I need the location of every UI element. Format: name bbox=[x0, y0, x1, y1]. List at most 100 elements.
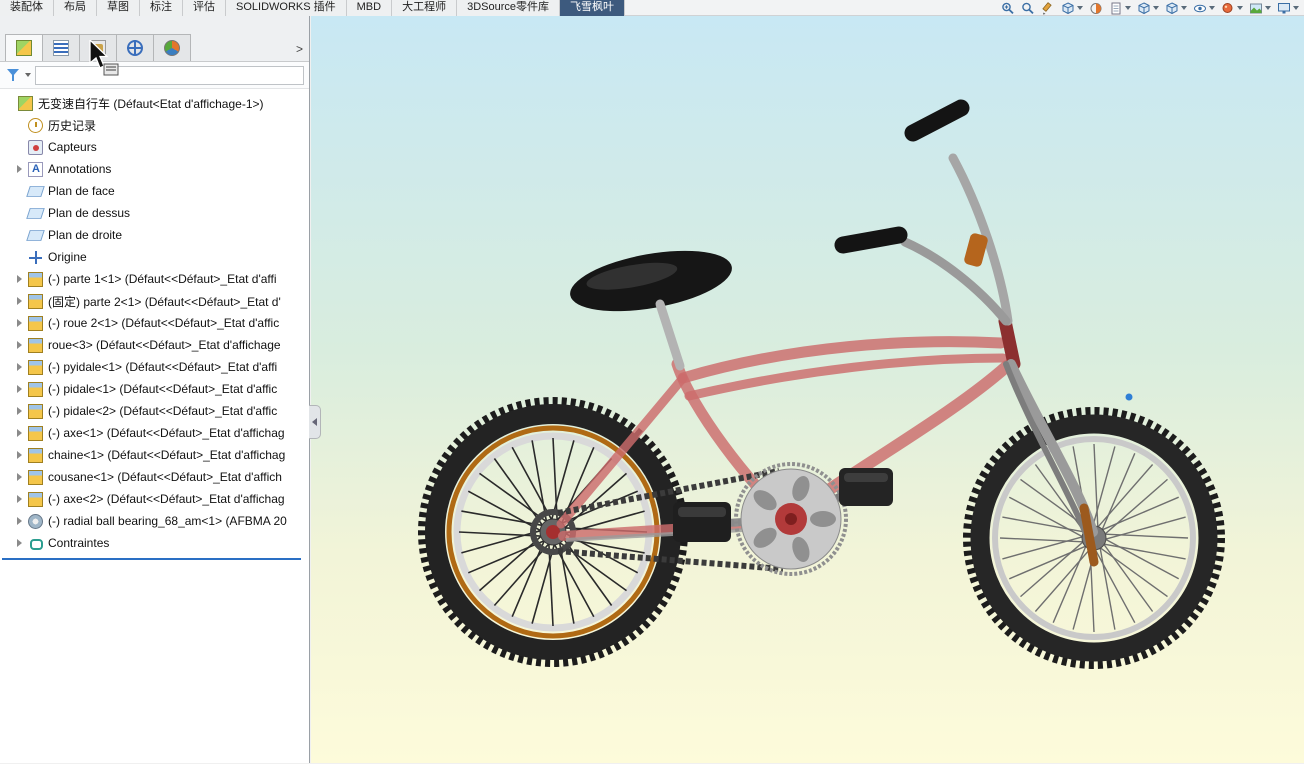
expand-arrow-icon[interactable] bbox=[12, 473, 26, 481]
dropdown-arrow-icon[interactable] bbox=[1293, 6, 1299, 10]
featuremanager-tab[interactable] bbox=[5, 34, 43, 61]
tree-item-19[interactable]: (-) axe<2> (Défaut<<Défaut>_Etat d'affic… bbox=[0, 488, 309, 510]
view-settings-icon[interactable] bbox=[1276, 1, 1300, 15]
tree-item-20[interactable]: (-) radial ball bearing_68_am<1> (AFBMA … bbox=[0, 510, 309, 532]
grip-left bbox=[843, 235, 899, 245]
expand-arrow-icon[interactable] bbox=[12, 539, 26, 547]
expand-arrow-icon[interactable] bbox=[12, 407, 26, 415]
filter-dropdown-icon[interactable] bbox=[25, 73, 31, 77]
quick-access-toolbar bbox=[1000, 1, 1300, 15]
dropdown-arrow-icon[interactable] bbox=[1181, 6, 1187, 10]
filter-funnel-icon[interactable] bbox=[5, 66, 23, 84]
ribbon-tab-7[interactable]: MBD bbox=[347, 0, 392, 16]
seat[interactable] bbox=[566, 240, 737, 322]
expand-arrow-icon[interactable] bbox=[12, 429, 26, 437]
expand-arrow-icon[interactable] bbox=[12, 165, 26, 173]
dropdown-arrow-icon[interactable] bbox=[1125, 6, 1131, 10]
selection-dot[interactable] bbox=[1126, 394, 1133, 401]
tree-item-4[interactable]: Annotations bbox=[0, 158, 309, 180]
bicycle-model[interactable] bbox=[311, 16, 1304, 764]
ribbon-tab-4[interactable]: 标注 bbox=[140, 0, 183, 16]
tree-item-label: Plan de dessus bbox=[48, 206, 130, 220]
tree-item-6[interactable]: Plan de dessus bbox=[0, 202, 309, 224]
expand-arrow-icon[interactable] bbox=[12, 297, 26, 305]
tree-end-bar[interactable] bbox=[2, 558, 301, 560]
edit-component-icon[interactable] bbox=[1040, 1, 1056, 15]
feature-tree: 无变速自行车 (Défaut<Etat d'affichage-1>) 历史记录… bbox=[0, 89, 309, 554]
dropdown-arrow-icon[interactable] bbox=[1237, 6, 1243, 10]
edit-appearance-icon[interactable] bbox=[1220, 1, 1244, 15]
tree-item-3[interactable]: Capteurs bbox=[0, 136, 309, 158]
configurationmanager-tab[interactable] bbox=[79, 34, 117, 61]
expand-arrow-icon[interactable] bbox=[12, 495, 26, 503]
dimxpertmanager-tab[interactable] bbox=[116, 34, 154, 61]
tree-item-icon bbox=[28, 492, 43, 507]
tree-item-15[interactable]: (-) pidale<2> (Défaut<<Défaut>_Etat d'af… bbox=[0, 400, 309, 422]
displaymanager-tab[interactable] bbox=[153, 34, 191, 61]
tree-item-7[interactable]: Plan de droite bbox=[0, 224, 309, 246]
panel-collapse-handle[interactable] bbox=[309, 405, 321, 439]
ribbon-tab-10[interactable]: 飞雪枫叶 bbox=[560, 0, 625, 16]
display-style-icon[interactable] bbox=[1164, 1, 1188, 15]
ribbon-tab-2[interactable]: 布局 bbox=[54, 0, 97, 16]
tree-item-11[interactable]: (-) roue 2<1> (Défaut<<Défaut>_Etat d'af… bbox=[0, 312, 309, 334]
dropdown-arrow-icon[interactable] bbox=[1077, 6, 1083, 10]
apply-scene-icon[interactable] bbox=[1248, 1, 1272, 15]
zoom-to-fit-icon[interactable] bbox=[1000, 1, 1016, 15]
tree-item-5[interactable]: Plan de face bbox=[0, 180, 309, 202]
ribbon-tab-3[interactable]: 草图 bbox=[97, 0, 140, 16]
tree-item-9[interactable]: (-) parte 1<1> (Défaut<<Défaut>_Etat d'a… bbox=[0, 268, 309, 290]
tree-item-8[interactable]: Origine bbox=[0, 246, 309, 268]
tree-item-17[interactable]: chaine<1> (Défaut<<Défaut>_Etat d'affich… bbox=[0, 444, 309, 466]
ribbon-tab-8[interactable]: 大工程师 bbox=[392, 0, 457, 16]
hide-show-items-icon[interactable] bbox=[1192, 1, 1216, 15]
ribbon-tab-6[interactable]: SOLIDWORKS 插件 bbox=[226, 0, 347, 16]
expand-arrow-icon[interactable] bbox=[12, 363, 26, 371]
ribbon-tab-5[interactable]: 评估 bbox=[183, 0, 226, 16]
tree-item-10[interactable]: (固定) parte 2<1> (Défaut<<Défaut>_Etat d' bbox=[0, 290, 309, 312]
dropdown-arrow-icon[interactable] bbox=[1209, 6, 1215, 10]
tree-item-icon bbox=[28, 514, 43, 529]
handlebar[interactable] bbox=[843, 108, 1008, 321]
expand-arrow-icon[interactable] bbox=[12, 275, 26, 283]
config-icon bbox=[127, 40, 143, 56]
tree-item-1[interactable]: 无变速自行车 (Défaut<Etat d'affichage-1>) bbox=[0, 92, 309, 114]
tree-item-icon bbox=[28, 470, 43, 485]
tree-item-icon bbox=[26, 186, 45, 197]
tree-item-icon bbox=[28, 382, 43, 397]
filter-input[interactable] bbox=[35, 66, 304, 85]
expand-arrow-icon[interactable] bbox=[12, 517, 26, 525]
tree-item-21[interactable]: Contraintes bbox=[0, 532, 309, 554]
pedal-left[interactable] bbox=[673, 502, 731, 542]
seat-post[interactable] bbox=[660, 304, 680, 366]
tree-item-16[interactable]: (-) axe<1> (Défaut<<Défaut>_Etat d'affic… bbox=[0, 422, 309, 444]
tree-item-icon bbox=[18, 96, 33, 111]
ribbon-tab-9[interactable]: 3DSource零件库 bbox=[457, 0, 560, 16]
tree-item-12[interactable]: roue<3> (Défaut<<Défaut>_Etat d'affichag… bbox=[0, 334, 309, 356]
expand-arrow-icon[interactable] bbox=[12, 451, 26, 459]
tree-item-14[interactable]: (-) pidale<1> (Défaut<<Défaut>_Etat d'af… bbox=[0, 378, 309, 400]
pedal-right[interactable] bbox=[839, 468, 893, 506]
view-orientation-icon[interactable] bbox=[1136, 1, 1160, 15]
tree-item-2[interactable]: 历史记录 bbox=[0, 114, 309, 136]
ribbon-tab-1[interactable]: 装配体 bbox=[0, 0, 54, 16]
expand-arrow-icon[interactable] bbox=[12, 319, 26, 327]
tree-icon bbox=[53, 40, 69, 56]
tree-item-label: Plan de droite bbox=[48, 228, 122, 242]
section-view-icon[interactable] bbox=[1088, 1, 1104, 15]
featuremanager-panel: > 无变速自行车 (Défaut<Etat d'affichage-1>) 历史… bbox=[0, 16, 310, 763]
zoom-to-area-icon[interactable] bbox=[1020, 1, 1036, 15]
expand-arrow-icon[interactable] bbox=[12, 385, 26, 393]
tree-item-label: chaine<1> (Défaut<<Défaut>_Etat d'affich… bbox=[48, 448, 285, 462]
panel-expand-chevron[interactable]: > bbox=[296, 42, 303, 56]
panel-tabs bbox=[5, 34, 190, 61]
expand-arrow-icon[interactable] bbox=[12, 341, 26, 349]
drawing-sheet-icon[interactable] bbox=[1108, 1, 1132, 15]
dropdown-arrow-icon[interactable] bbox=[1153, 6, 1159, 10]
assembly-visualization-icon[interactable] bbox=[1060, 1, 1084, 15]
dropdown-arrow-icon[interactable] bbox=[1265, 6, 1271, 10]
propertymanager-tab[interactable] bbox=[42, 34, 80, 61]
graphics-viewport[interactable] bbox=[311, 16, 1304, 763]
tree-item-18[interactable]: cousane<1> (Défaut<<Défaut>_Etat d'affic… bbox=[0, 466, 309, 488]
tree-item-13[interactable]: (-) pyidale<1> (Défaut<<Défaut>_Etat d'a… bbox=[0, 356, 309, 378]
